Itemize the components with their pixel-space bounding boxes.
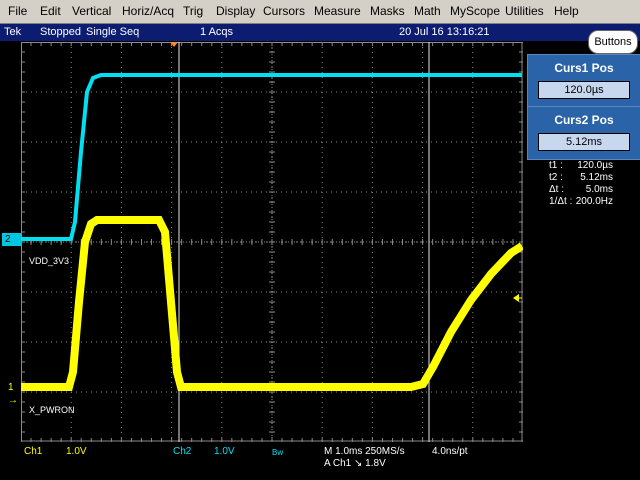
buttons-button[interactable]: Buttons (588, 30, 638, 54)
ch1-trace-label: X_PWRON (29, 405, 75, 415)
brand-label: Tek (4, 26, 22, 38)
menu-vertical[interactable]: Vertical (72, 4, 111, 18)
readout-row-t2: t2 : 5.12ms (527, 172, 639, 183)
readout-label: Δt : (549, 184, 565, 195)
ch2-trace-label: VDD_3V3 (29, 256, 69, 266)
menu-myscope[interactable]: MyScope (450, 4, 500, 18)
menu-horiz-acq[interactable]: Horiz/Acq (122, 4, 174, 18)
menu-bar: File Edit Vertical Horiz/Acq Trig Displa… (0, 0, 640, 24)
readout-value: 5.0ms (585, 184, 613, 195)
curs1-title: Curs1 Pos (554, 61, 614, 75)
ch1-marker-number: 1 (8, 382, 14, 393)
ch2-ground-marker[interactable]: 2 → (2, 233, 21, 258)
curs2-title: Curs2 Pos (554, 113, 614, 127)
ch1-name[interactable]: Ch1 (24, 446, 42, 457)
curs1-value-field[interactable]: 120.0µs (538, 81, 630, 99)
ch1-ground-marker[interactable]: 1 → (2, 381, 21, 406)
menu-measure[interactable]: Measure (314, 4, 361, 18)
readout-label: t1 : (549, 160, 563, 171)
sample-interval: 4.0ns/pt (432, 446, 468, 457)
timebase-readout[interactable]: M 1.0ms 250MS/s (324, 446, 405, 457)
acq-count: 1 Acqs (200, 26, 234, 38)
ch2-scale[interactable]: 1.0V (214, 446, 235, 457)
curs2-pos-panel[interactable]: Curs2 Pos 5.12ms (527, 106, 640, 160)
readout-label: t2 : (549, 172, 563, 183)
readout-label: 1/Δt : (549, 196, 573, 207)
ch2-name[interactable]: Ch2 (173, 446, 191, 457)
ch1-scale[interactable]: 1.0V (66, 446, 87, 457)
curs2-value-field[interactable]: 5.12ms (538, 133, 630, 151)
readout-value: 120.0µs (577, 160, 613, 171)
menu-cursors[interactable]: Cursors (263, 4, 305, 18)
menu-file[interactable]: File (8, 4, 27, 18)
curs1-pos-panel[interactable]: Curs1 Pos 120.0µs (527, 54, 640, 108)
acq-mode: Single Seq (86, 26, 140, 38)
ch2-marker-number: 2 (5, 234, 11, 245)
cursor-readout: t1 : 120.0µs t2 : 5.12ms Δt : 5.0ms 1/Δt… (527, 158, 639, 210)
waveform-display[interactable]: VDD_3V3 X_PWRON (21, 42, 523, 442)
menu-utilities[interactable]: Utilities (505, 4, 544, 18)
menu-masks[interactable]: Masks (370, 4, 405, 18)
bandwidth-limit-badge: Bw (272, 448, 284, 457)
readout-row-dt: Δt : 5.0ms (527, 184, 639, 195)
menu-math[interactable]: Math (414, 4, 441, 18)
readout-value: 5.12ms (580, 172, 613, 183)
readout-value: 200.0Hz (575, 196, 613, 207)
menu-help[interactable]: Help (554, 4, 579, 18)
menu-display[interactable]: Display (216, 4, 255, 18)
run-state: Stopped (40, 26, 81, 38)
menu-edit[interactable]: Edit (40, 4, 61, 18)
date-time: 20 Jul 16 13:16:21 (399, 26, 490, 38)
trigger-readout[interactable]: A Ch1 ↘ 1.8V (324, 458, 386, 469)
readout-row-t1: t1 : 120.0µs (527, 160, 639, 171)
menu-trig[interactable]: Trig (183, 4, 203, 18)
readout-row-freq: 1/Δt : 200.0Hz (527, 196, 639, 207)
status-bar: Tek Stopped Single Seq 1 Acqs 20 Jul 16 … (0, 24, 640, 41)
